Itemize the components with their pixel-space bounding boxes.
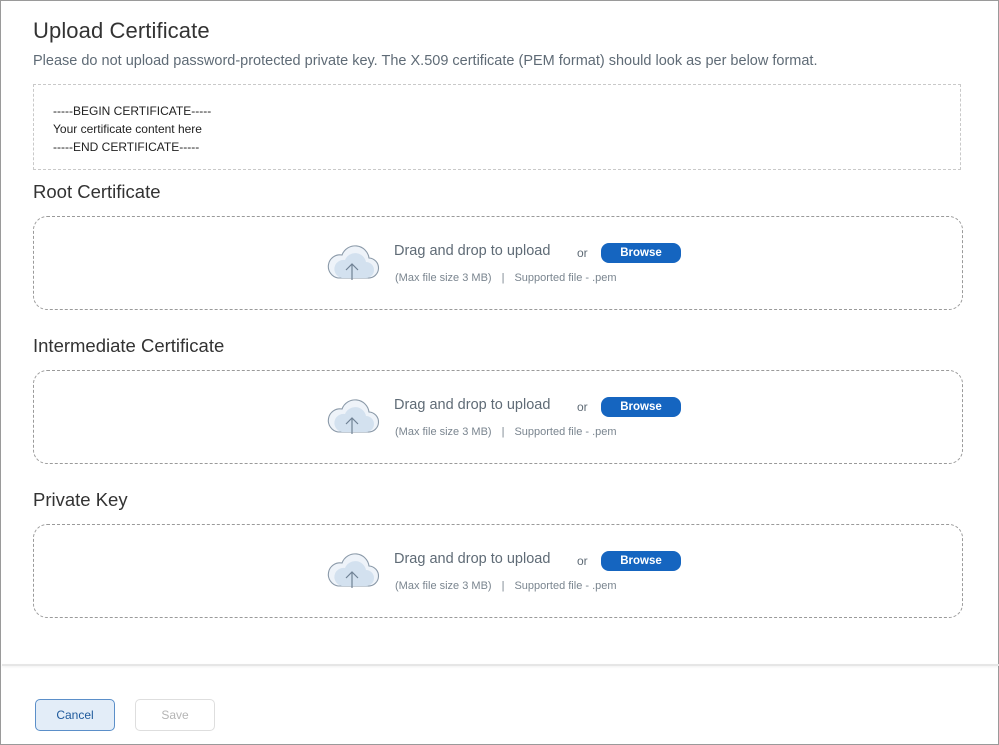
save-button[interactable]: Save [135,699,215,731]
intermediate-certificate-label: Intermediate Certificate [33,335,225,356]
file-constraints: (Max file size 3 MB) | Supported file - .p… [395,272,617,284]
pem-content-line: Your certificate content here [53,122,202,136]
browse-button-root-certificate[interactable]: Browse [601,243,681,263]
pem-format-example: -----BEGIN CERTIFICATE----- Your certifi… [33,84,961,170]
max-file-size-text: (Max file size 3 MB) [395,426,492,438]
private-key-label: Private Key [33,489,128,510]
or-text: or [577,246,588,260]
dialog-title: Upload Certificate [33,18,210,43]
private-key-dropzone[interactable]: Drag and drop to upload or Browse (Max f… [33,524,963,618]
cancel-button[interactable]: Cancel [35,699,115,731]
drag-drop-text: Drag and drop to upload [394,243,551,259]
browse-button-intermediate-certificate[interactable]: Browse [601,397,681,417]
file-constraints: (Max file size 3 MB) | Supported file - .p… [395,580,617,592]
root-certificate-dropzone[interactable]: Drag and drop to upload or Browse (Max f… [33,216,963,310]
file-constraints: (Max file size 3 MB) | Supported file - .p… [395,426,617,438]
separator: | [501,272,505,284]
supported-extension: .pem [592,580,617,592]
drag-drop-text: Drag and drop to upload [394,397,551,413]
supported-file-text: Supported file - [514,580,590,592]
dialog-subtitle: Please do not upload password-protected … [33,53,818,69]
pem-end-line: -----END CERTIFICATE----- [53,140,200,154]
separator: | [501,580,505,592]
supported-file-text: Supported file - [514,426,590,438]
max-file-size-text: (Max file size 3 MB) [395,272,492,284]
or-text: or [577,400,588,414]
upload-certificate-dialog: Upload Certificate Please do not upload … [0,0,999,745]
root-certificate-label: Root Certificate [33,181,161,202]
supported-extension: .pem [592,426,617,438]
or-text: or [577,554,588,568]
supported-file-text: Supported file - [514,272,590,284]
separator: | [501,426,505,438]
footer-divider [2,664,999,666]
browse-button-private-key[interactable]: Browse [601,551,681,571]
max-file-size-text: (Max file size 3 MB) [395,580,492,592]
pem-begin-line: -----BEGIN CERTIFICATE----- [53,104,212,118]
supported-extension: .pem [592,272,617,284]
intermediate-certificate-dropzone[interactable]: Drag and drop to upload or Browse (Max f… [33,370,963,464]
cloud-upload-icon [327,399,380,434]
cloud-upload-icon [327,245,380,280]
cloud-upload-icon [327,553,380,588]
drag-drop-text: Drag and drop to upload [394,551,551,567]
